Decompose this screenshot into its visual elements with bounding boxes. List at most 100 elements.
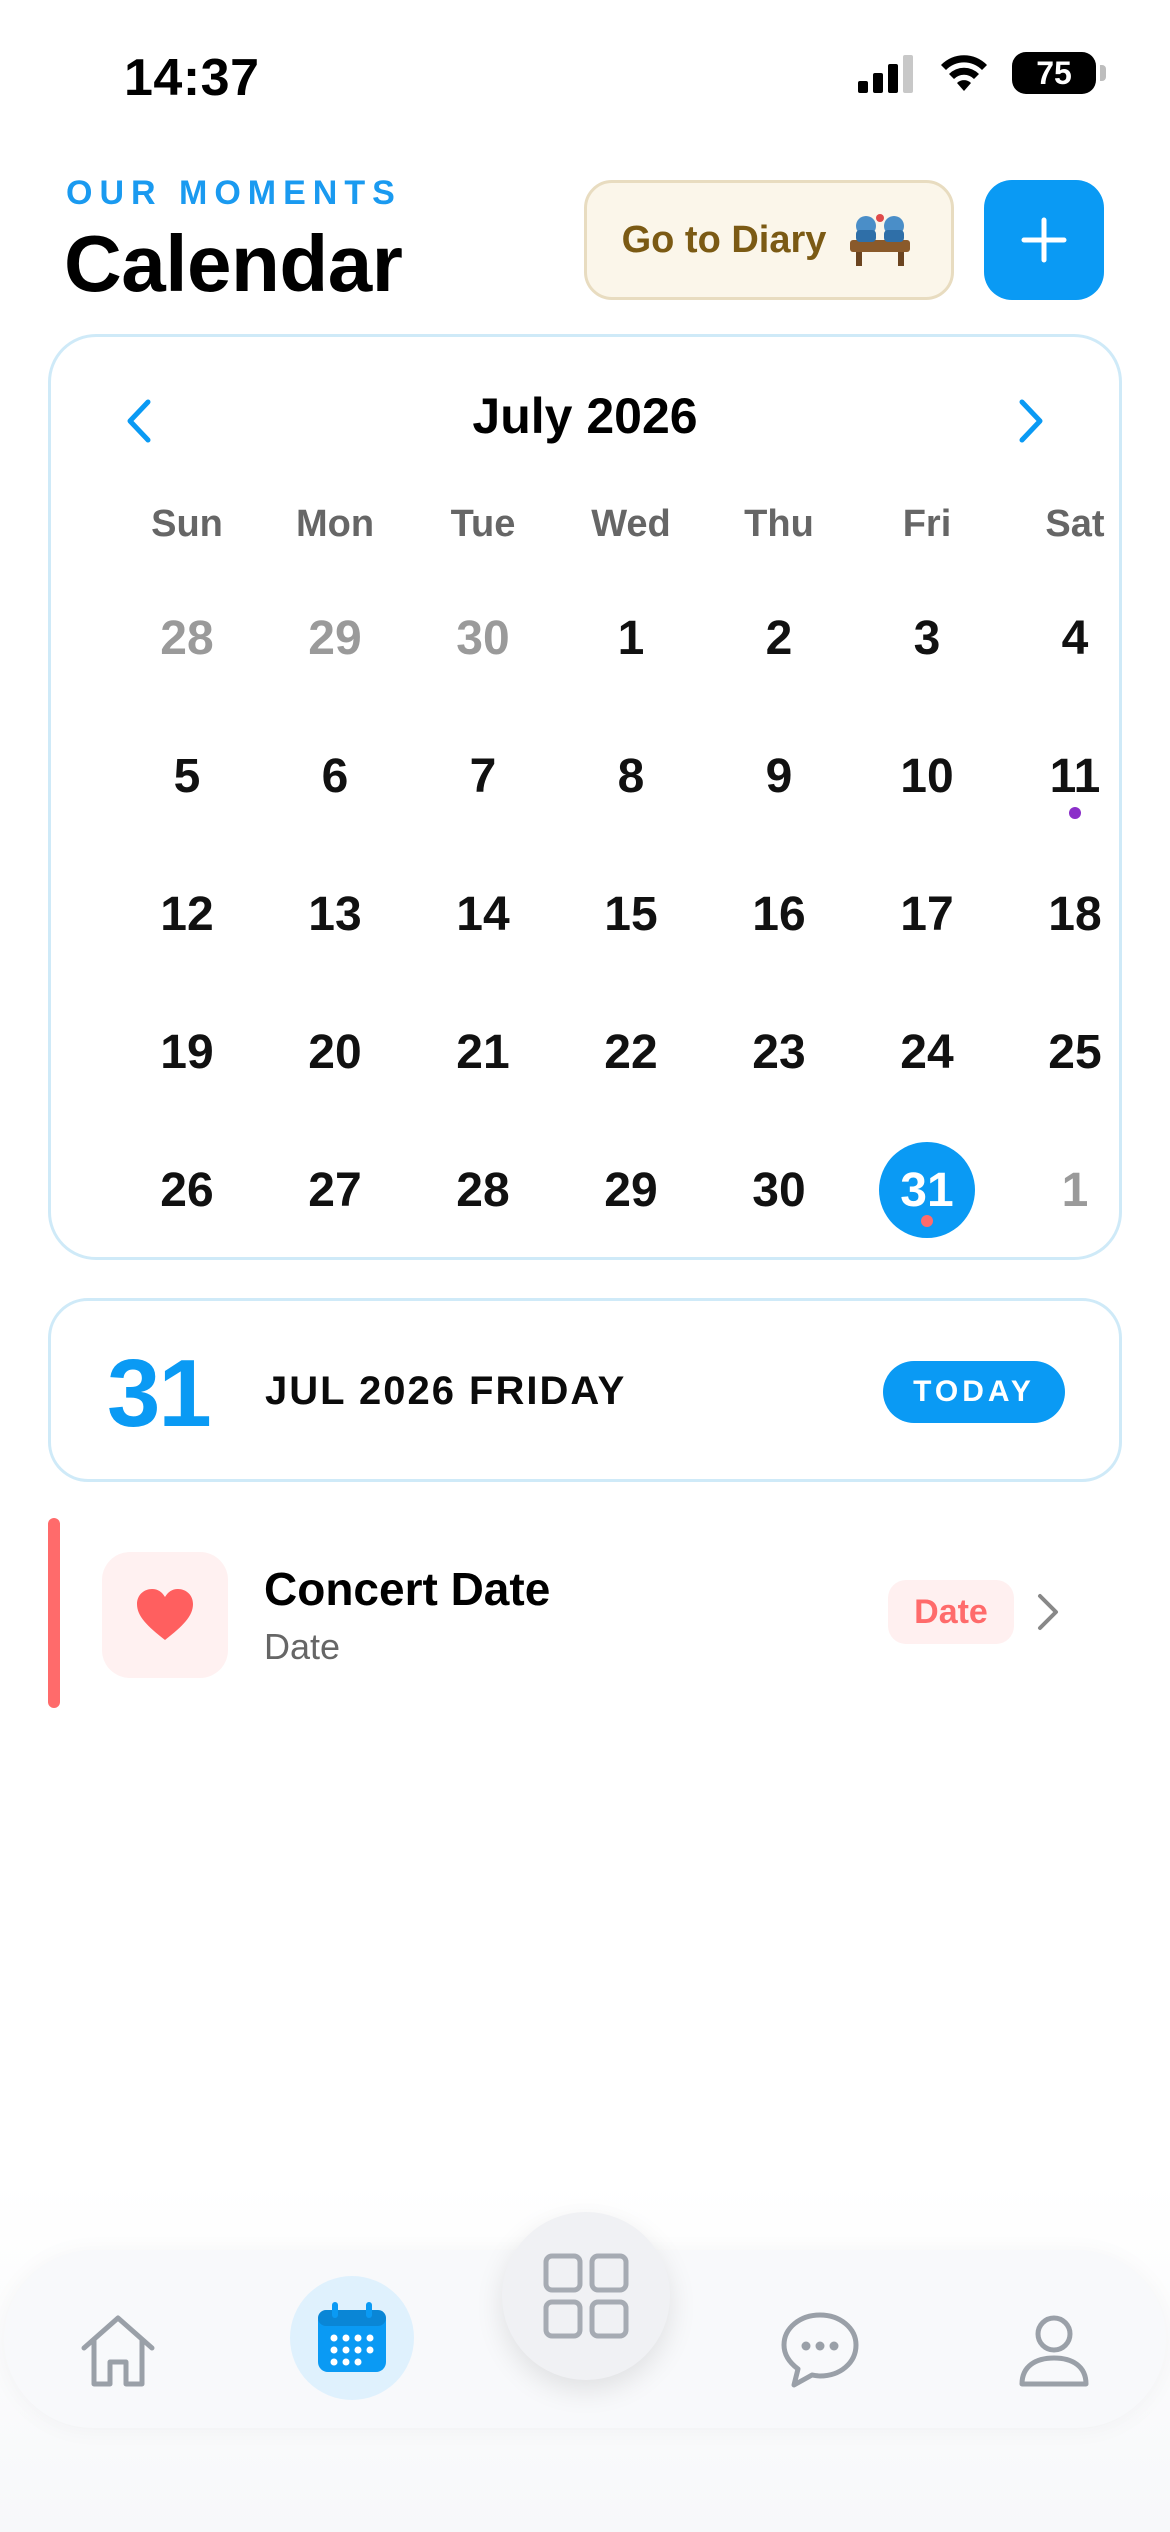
- calendar-day[interactable]: 7: [409, 707, 557, 845]
- page-eyebrow: OUR MOMENTS: [66, 174, 402, 212]
- day-number: 29: [604, 1163, 658, 1217]
- calendar-day[interactable]: 23: [705, 983, 853, 1121]
- day-number: 30: [752, 1163, 806, 1217]
- day-number: 3: [913, 611, 941, 665]
- day-number: 22: [604, 1025, 658, 1079]
- home-icon: [81, 2315, 155, 2387]
- status-bar: 14:37 75: [0, 0, 1170, 150]
- calendar-day[interactable]: 14: [409, 845, 557, 983]
- event-marker-dot: [921, 1215, 933, 1227]
- day-number: 6: [321, 749, 349, 803]
- day-number: 28: [160, 611, 214, 665]
- tab-chat[interactable]: [760, 2290, 880, 2410]
- day-number: 29: [308, 611, 362, 665]
- weekday-label: Mon: [295, 503, 375, 545]
- day-number: 25: [1048, 1025, 1102, 1079]
- go-to-diary-button[interactable]: Go to Diary: [584, 180, 954, 300]
- calendar-day[interactable]: 1: [557, 569, 705, 707]
- diary-illustration-icon: [850, 214, 911, 266]
- weekday-label: Wed: [591, 503, 671, 545]
- calendar-icon: [318, 2302, 386, 2372]
- tab-home[interactable]: [58, 2290, 178, 2410]
- battery-level: 75: [1036, 54, 1072, 91]
- weekday-label: Thu: [744, 503, 814, 545]
- calendar-day[interactable]: 27: [261, 1121, 409, 1259]
- day-number: 28: [456, 1163, 510, 1217]
- event-list-item[interactable]: Concert Date Date Date: [48, 1518, 1122, 1708]
- weekday-label: Sun: [151, 503, 223, 545]
- calendar-day[interactable]: 1: [1001, 1121, 1149, 1259]
- calendar-day[interactable]: 5: [113, 707, 261, 845]
- plus-icon: [1021, 217, 1067, 263]
- day-number: 21: [456, 1025, 510, 1079]
- day-number: 1: [1061, 1163, 1089, 1217]
- calendar-day[interactable]: 2: [705, 569, 853, 707]
- chat-icon: [781, 2312, 859, 2388]
- day-number: 11: [1049, 749, 1101, 803]
- tab-profile[interactable]: [994, 2290, 1114, 2410]
- day-number: 30: [456, 611, 510, 665]
- selected-day-number: 31: [107, 1340, 212, 1447]
- day-number: 24: [900, 1025, 954, 1079]
- status-time: 14:37: [124, 49, 260, 107]
- calendar-card: July 2026 Sun Mon Tue Wed Thu Fri Sat 28…: [48, 334, 1122, 1260]
- event-color-bar: [48, 1518, 60, 1708]
- day-number: 4: [1061, 611, 1089, 665]
- calendar-day[interactable]: 28: [409, 1121, 557, 1259]
- day-number: 19: [160, 1025, 214, 1079]
- calendar-day[interactable]: 29: [261, 569, 409, 707]
- calendar-day[interactable]: 28: [113, 569, 261, 707]
- calendar-day[interactable]: 21: [409, 983, 557, 1121]
- calendar-day[interactable]: 8: [557, 707, 705, 845]
- calendar-day[interactable]: 15: [557, 845, 705, 983]
- day-number: 16: [752, 887, 806, 941]
- calendar-day[interactable]: 6: [261, 707, 409, 845]
- next-month-button[interactable]: [1011, 391, 1051, 451]
- day-number: 15: [604, 887, 658, 941]
- calendar-day[interactable]: 30: [409, 569, 557, 707]
- event-category-tag: Date: [888, 1580, 1014, 1644]
- day-number: 26: [160, 1163, 214, 1217]
- tab-calendar[interactable]: [290, 2276, 414, 2400]
- event-title: Concert Date: [264, 1563, 551, 1615]
- battery-icon: 75: [1012, 52, 1106, 94]
- day-number: 8: [617, 749, 645, 803]
- calendar-day[interactable]: 22: [557, 983, 705, 1121]
- weekday-label: Sat: [1045, 503, 1105, 545]
- chevron-right-icon: [1038, 1594, 1058, 1630]
- add-event-button[interactable]: [984, 180, 1104, 300]
- event-marker-dot: [1069, 807, 1081, 819]
- tab-menu[interactable]: [502, 2212, 670, 2380]
- calendar-day[interactable]: 24: [853, 983, 1001, 1121]
- day-number: 18: [1048, 887, 1102, 941]
- go-to-diary-label: Go to Diary: [621, 218, 827, 261]
- grid-icon: [543, 2253, 629, 2339]
- day-number: 13: [308, 887, 362, 941]
- calendar-day[interactable]: 4: [1001, 569, 1149, 707]
- calendar-day[interactable]: 18: [1001, 845, 1149, 983]
- calendar-day[interactable]: 3: [853, 569, 1001, 707]
- calendar-day[interactable]: 12: [113, 845, 261, 983]
- calendar-day[interactable]: 10: [853, 707, 1001, 845]
- calendar-day[interactable]: 17: [853, 845, 1001, 983]
- calendar-day[interactable]: 19: [113, 983, 261, 1121]
- calendar-day[interactable]: 26: [113, 1121, 261, 1259]
- calendar-day[interactable]: 25: [1001, 983, 1149, 1121]
- day-number: 7: [469, 749, 497, 803]
- calendar-day[interactable]: 30: [705, 1121, 853, 1259]
- today-badge[interactable]: TODAY: [883, 1361, 1065, 1423]
- calendar-day[interactable]: 11: [1001, 707, 1149, 845]
- day-number: 17: [900, 887, 954, 941]
- day-number: 1: [617, 611, 645, 665]
- day-number: 5: [173, 749, 201, 803]
- calendar-day[interactable]: 9: [705, 707, 853, 845]
- day-number: 2: [765, 611, 793, 665]
- day-number: 23: [752, 1025, 806, 1079]
- calendar-day[interactable]: 13: [261, 845, 409, 983]
- chevron-right-icon: [1019, 399, 1043, 443]
- calendar-day[interactable]: 16: [705, 845, 853, 983]
- calendar-day[interactable]: 20: [261, 983, 409, 1121]
- calendar-day[interactable]: 29: [557, 1121, 705, 1259]
- day-number: 14: [456, 887, 510, 941]
- calendar-day-selected[interactable]: 31: [853, 1121, 1001, 1259]
